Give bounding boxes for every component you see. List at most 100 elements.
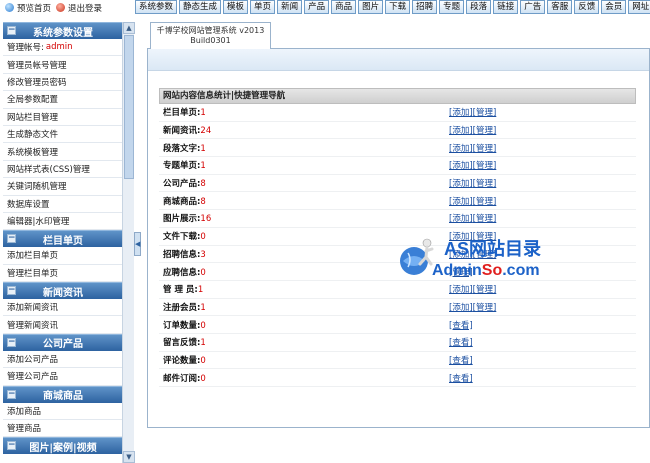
nav-tab[interactable]: 招聘 [412, 0, 438, 14]
manage-link[interactable]: [管理] [473, 108, 497, 118]
sidebar-item[interactable]: 系统模板管理 [3, 143, 123, 161]
sidebar-scrollbar[interactable]: ▲ ▼ [122, 22, 135, 463]
sidebar-item[interactable]: 管理新闻资讯 [3, 316, 123, 334]
collapse-minus-icon[interactable]: − [7, 389, 16, 399]
stat-label-cell: 邮件订阅:0 [159, 372, 449, 384]
stat-label: 商城商品: [163, 196, 201, 207]
sidebar-item[interactable]: 网站样式表(CSS)管理 [3, 161, 123, 179]
preview-home-label: 预览首页 [17, 3, 52, 14]
logout-link[interactable]: 退出登录 [56, 2, 102, 14]
main-title-tab[interactable]: 千博学校网站管理系统 v2013 Build0301 [150, 22, 271, 49]
sidebar-section-title: 新闻资讯 [43, 287, 83, 299]
sidebar-item-label: 添加新闻资讯 [7, 303, 59, 314]
collapse-minus-icon[interactable]: − [7, 234, 16, 244]
sidebar-item[interactable]: 生成静态文件 [3, 126, 123, 144]
sidebar-section-header[interactable]: − 商城商品 [3, 385, 123, 403]
view-link[interactable]: [查看] [449, 374, 473, 384]
add-link[interactable]: [添加] [449, 214, 473, 224]
add-link[interactable]: [添加] [449, 179, 473, 189]
stat-count: 24 [200, 126, 212, 137]
sidebar-item[interactable]: 添加公司产品 [3, 351, 123, 369]
add-link[interactable]: [添加] [449, 161, 473, 171]
sidebar-item[interactable]: 修改管理员密码 [3, 74, 123, 92]
nav-tab[interactable]: 商品 [331, 0, 357, 14]
sidebar-section-title: 栏目单页 [43, 235, 83, 247]
table-row: 留言反馈:1 [查看] [159, 334, 636, 352]
stat-label-cell: 公司产品:8 [159, 177, 449, 189]
sidebar-item[interactable]: 添加商品 [3, 403, 123, 421]
preview-home-link[interactable]: 预览首页 [5, 2, 51, 14]
stat-count: 0 [200, 373, 206, 384]
nav-tab[interactable]: 广告 [520, 0, 546, 14]
table-row: 邮件订阅:0 [查看] [159, 369, 636, 387]
add-link[interactable]: [添加] [449, 144, 473, 154]
view-link[interactable]: [查看] [449, 338, 473, 348]
nav-tab[interactable]: 反馈 [574, 0, 600, 14]
table-row: 栏目单页:1 [添加][管理] [159, 104, 636, 122]
add-link[interactable]: [添加] [449, 126, 473, 136]
manage-link[interactable]: [管理] [473, 161, 497, 171]
nav-tab[interactable]: 系统参数 [135, 0, 178, 14]
view-link[interactable]: [查看] [449, 321, 473, 331]
manage-link[interactable]: [管理] [473, 303, 497, 313]
stat-label: 订单数量: [163, 320, 201, 331]
nav-tab[interactable]: 专题 [439, 0, 465, 14]
collapse-minus-icon[interactable]: − [7, 286, 16, 296]
sidebar-item[interactable]: 管理员帐号管理 [3, 56, 123, 74]
nav-tab[interactable]: 网址 [628, 0, 650, 14]
sidebar-item-label: 全局参数配置 [7, 95, 59, 106]
nav-tab[interactable]: 图片 [358, 0, 384, 14]
watermark-line1: AS网站目录 [444, 239, 542, 259]
nav-tab[interactable]: 下载 [385, 0, 411, 14]
nav-tab[interactable]: 静态生成 [179, 0, 222, 14]
nav-tab[interactable]: 单页 [250, 0, 276, 14]
sidebar-item[interactable]: 管理栏目单页 [3, 265, 123, 283]
sidebar-section-header[interactable]: − 栏目单页 [3, 230, 123, 248]
scroll-up-arrow-icon[interactable]: ▲ [123, 22, 135, 34]
manage-link[interactable]: [管理] [473, 126, 497, 136]
collapse-minus-icon[interactable]: − [7, 337, 16, 347]
sidebar-item[interactable]: 编辑器|水印管理 [3, 213, 123, 231]
sidebar-item[interactable]: 全局参数配置 [3, 91, 123, 109]
stat-label-cell: 留言反馈:1 [159, 336, 449, 348]
nav-tab[interactable]: 段落 [466, 0, 492, 14]
stat-count: 8 [200, 196, 206, 207]
manage-link[interactable]: [管理] [473, 214, 497, 224]
sidebar-item[interactable]: 数据库设置 [3, 196, 123, 213]
view-link[interactable]: [查看] [449, 356, 473, 366]
sidebar-item[interactable]: 关键词随机管理 [3, 178, 123, 196]
collapse-sidebar-arrow-icon[interactable]: ◀ [134, 232, 141, 256]
add-link[interactable]: [添加] [449, 303, 473, 313]
scroll-down-arrow-icon[interactable]: ▼ [123, 451, 135, 463]
nav-tab[interactable]: 客服 [547, 0, 573, 14]
stat-label: 邮件订阅: [163, 373, 201, 384]
sidebar-section-header[interactable]: − 图片|案例|视频 [3, 437, 123, 455]
sidebar-item-label: 编辑器|水印管理 [7, 217, 70, 228]
nav-tab[interactable]: 产品 [304, 0, 330, 14]
table-row: 公司产品:8 [添加][管理] [159, 175, 636, 193]
add-link[interactable]: [添加] [449, 108, 473, 118]
sidebar-item[interactable]: 网站栏目管理 [3, 109, 123, 126]
collapse-minus-icon[interactable]: − [7, 441, 16, 451]
manage-link[interactable]: [管理] [473, 197, 497, 207]
sidebar-item[interactable]: 管理公司产品 [3, 368, 123, 386]
sidebar-section-header[interactable]: − 新闻资讯 [3, 282, 123, 300]
add-link[interactable]: [添加] [449, 197, 473, 207]
sidebar-item[interactable]: 管理商品 [3, 420, 123, 438]
nav-tab[interactable]: 模板 [223, 0, 249, 14]
sidebar-section-header[interactable]: − 公司产品 [3, 333, 123, 351]
sidebar-item[interactable]: 管理帐号: admin [3, 39, 123, 57]
nav-tab[interactable]: 新闻 [277, 0, 303, 14]
sidebar-item[interactable]: 添加新闻资讯 [3, 299, 123, 317]
collapse-minus-icon[interactable]: − [7, 26, 16, 35]
nav-tab[interactable]: 会员 [601, 0, 627, 14]
table-row: 新闻资讯:24 [添加][管理] [159, 122, 636, 140]
stat-count: 16 [200, 214, 212, 225]
manage-link[interactable]: [管理] [473, 144, 497, 154]
nav-tab[interactable]: 链接 [493, 0, 519, 14]
sidebar-item-label: 系统模板管理 [7, 147, 59, 158]
sidebar-item[interactable]: 添加栏目单页 [3, 247, 123, 265]
scroll-thumb[interactable] [124, 35, 134, 179]
manage-link[interactable]: [管理] [473, 179, 497, 189]
sidebar-section-header[interactable]: − 系统参数设置 [3, 22, 123, 39]
